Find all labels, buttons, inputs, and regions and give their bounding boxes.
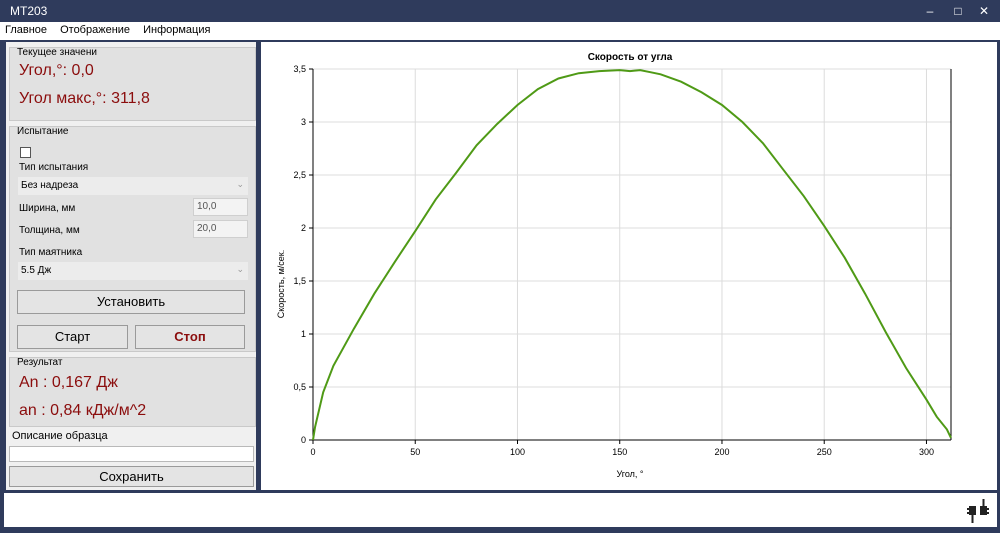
- chart-title: Скорость от угла: [588, 52, 673, 63]
- result-group-label: Результат: [17, 357, 63, 368]
- title-bar: MT203 – □ ✕: [0, 0, 1000, 22]
- sample-description-input[interactable]: [9, 446, 254, 462]
- y-tick-label: 2: [301, 223, 306, 233]
- current-values-group: Текущее значени Угол,°: 0,0 Угол макс,°:…: [9, 47, 256, 121]
- x-tick-label: 200: [714, 447, 729, 457]
- set-button[interactable]: Установить: [17, 290, 245, 314]
- thickness-label: Толщина, мм: [19, 225, 80, 236]
- pendulum-type-select[interactable]: 5.5 Дж ⌄: [18, 262, 248, 280]
- menu-item-view[interactable]: Отображение: [55, 22, 135, 36]
- y-tick-label: 1,5: [293, 276, 306, 286]
- result-group: Результат An : 0,167 Дж an : 0,84 кДж/м^…: [9, 357, 256, 427]
- menu-item-main[interactable]: Главное: [0, 22, 52, 36]
- test-type-label: Тип испытания: [19, 162, 89, 173]
- chart-grid: [312, 68, 951, 441]
- x-tick-label: 250: [817, 447, 832, 457]
- chart-series-line: [312, 69, 952, 441]
- width-label: Ширина, мм: [19, 203, 76, 214]
- test-group-label: Испытание: [17, 126, 69, 137]
- y-tick-label: 0,5: [293, 382, 306, 392]
- max-angle: Угол макс,°: 311,8: [19, 90, 150, 107]
- chart-ylabel: Скорость, м/сек.: [276, 250, 286, 319]
- x-tick-label: 150: [612, 447, 627, 457]
- x-tick-label: 300: [919, 447, 934, 457]
- test-type-value: Без надреза: [21, 180, 79, 191]
- chevron-down-icon: ⌄: [236, 264, 244, 274]
- save-button[interactable]: Сохранить: [9, 466, 254, 487]
- x-tick-label: 100: [510, 447, 525, 457]
- x-tick-labels: 0 50 100 150 200 250 300: [310, 447, 933, 457]
- status-bar: [4, 493, 997, 527]
- menu-bar: Главное Отображение Информация: [0, 22, 1000, 40]
- app-window: MT203 – □ ✕ Главное Отображение Информац…: [0, 0, 1000, 533]
- thickness-input[interactable]: 20,0: [193, 220, 248, 238]
- chart-panel: 0 50 100 150 200 250 300 0 0,5 1 1,5 2 2,5 3 3,5 Скор…: [261, 42, 997, 490]
- test-type-select[interactable]: Без надреза ⌄: [18, 177, 248, 195]
- chart-axes: [309, 68, 952, 444]
- y-tick-label: 3,5: [293, 64, 306, 74]
- pendulum-type-value: 5.5 Дж: [21, 265, 52, 276]
- y-tick-label: 2,5: [293, 170, 306, 180]
- left-panel: Текущее значени Угол,°: 0,0 Угол макс,°:…: [6, 42, 256, 490]
- window-title: MT203: [10, 4, 48, 18]
- start-button[interactable]: Старт: [17, 325, 128, 349]
- chart-xlabel: Угол, °: [616, 469, 643, 479]
- an-result: An : 0,167 Дж: [19, 374, 118, 391]
- speed-angle-chart: 0 50 100 150 200 250 300 0 0,5 1 1,5 2 2,5 3 3,5 Скор…: [276, 52, 952, 479]
- close-button[interactable]: ✕: [970, 2, 998, 20]
- stop-button[interactable]: Стоп: [135, 325, 245, 349]
- menu-item-info[interactable]: Информация: [138, 22, 215, 36]
- x-tick-label: 50: [410, 447, 420, 457]
- current-values-label: Текущее значени: [17, 47, 97, 58]
- y-tick-labels: 0 0,5 1 1,5 2 2,5 3 3,5: [293, 64, 306, 445]
- y-tick-label: 3: [301, 117, 306, 127]
- plug-icon: [967, 499, 989, 523]
- current-angle: Угол,°: 0,0: [19, 62, 94, 79]
- width-input[interactable]: 10,0: [193, 198, 248, 216]
- pendulum-type-label: Тип маятника: [19, 247, 83, 258]
- y-tick-label: 0: [301, 435, 306, 445]
- test-group: Испытание Тип испытания Без надреза ⌄ Ши…: [9, 126, 256, 352]
- an-specific-result: an : 0,84 кДж/м^2: [19, 402, 147, 419]
- maximize-button[interactable]: □: [944, 2, 972, 20]
- chevron-down-icon: ⌄: [236, 179, 244, 189]
- x-tick-label: 0: [310, 447, 315, 457]
- minimize-button[interactable]: –: [916, 2, 944, 20]
- y-tick-label: 1: [301, 329, 306, 339]
- sample-description-label: Описание образца: [12, 430, 108, 442]
- test-checkbox[interactable]: [20, 147, 31, 158]
